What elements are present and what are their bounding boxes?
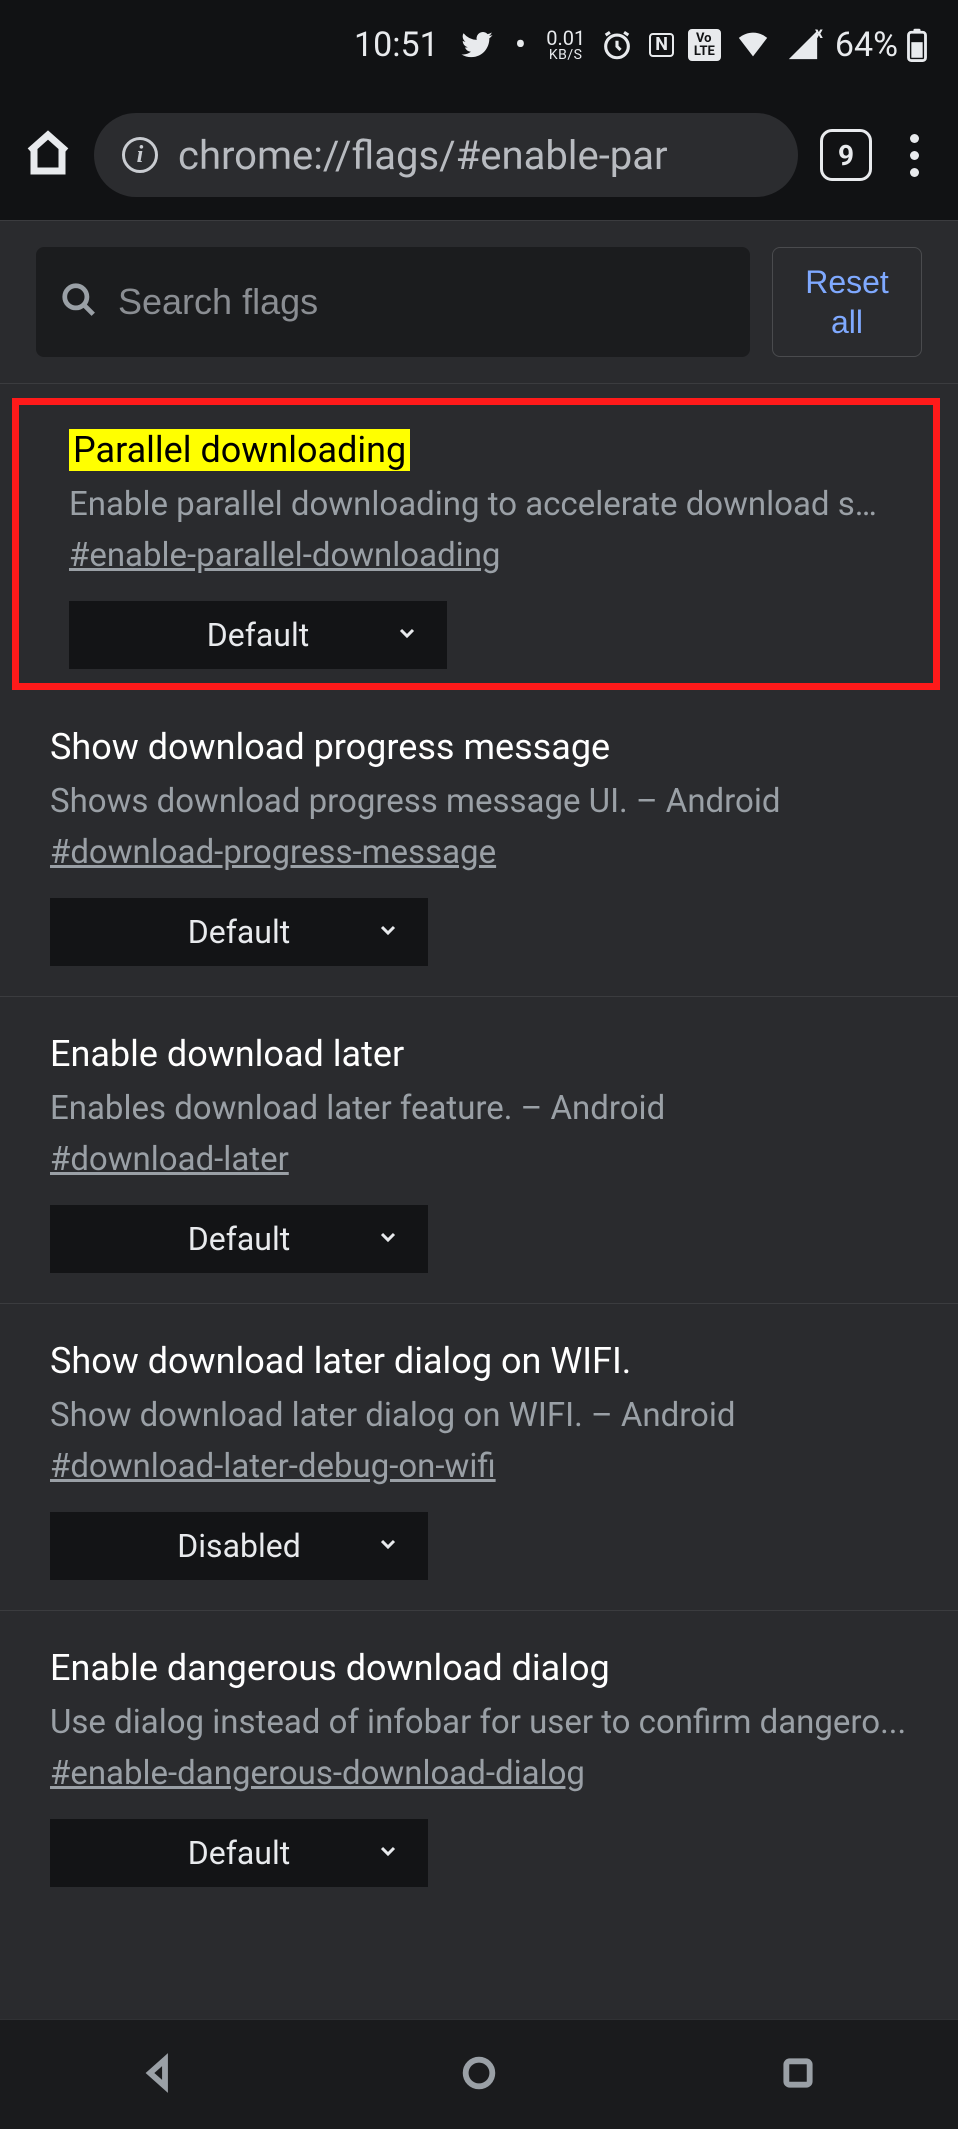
nfc-icon: N: [649, 33, 674, 57]
flag-hash-link[interactable]: #download-progress-message: [50, 833, 496, 872]
flag-title: Show download later dialog on WIFI.: [50, 1340, 631, 1382]
chevron-down-icon: [376, 1225, 400, 1253]
flag-hash-link[interactable]: #download-later: [50, 1140, 289, 1179]
flag-title: Parallel downloading: [69, 429, 410, 471]
flag-description: Show download later dialog on WIFI. – An…: [50, 1396, 908, 1435]
flag-select[interactable]: Disabled: [50, 1512, 428, 1580]
flag-title: Enable download later: [50, 1033, 404, 1075]
flag-select[interactable]: Default: [50, 1205, 428, 1273]
wifi-icon: [735, 27, 771, 63]
search-icon: [60, 281, 98, 323]
volte-icon: Vo LTE: [688, 29, 721, 61]
annotation-highlight-box: Parallel downloading Enable parallel dow…: [12, 398, 940, 690]
flag-hash-link[interactable]: #enable-parallel-downloading: [69, 536, 500, 575]
flag-select-value: Disabled: [177, 1527, 300, 1565]
tab-count: 9: [838, 139, 854, 172]
overflow-menu-button[interactable]: [894, 134, 934, 177]
flag-hash-link[interactable]: #download-later-debug-on-wifi: [50, 1447, 496, 1486]
search-box[interactable]: [36, 247, 750, 357]
flag-item: Show download progress message Shows dow…: [0, 690, 958, 997]
cellular-signal-icon: x: [785, 27, 821, 63]
back-button[interactable]: [140, 2053, 180, 2097]
flag-item: Parallel downloading Enable parallel dow…: [19, 405, 933, 669]
address-bar[interactable]: chrome://flags/#enable-par: [94, 113, 798, 197]
flag-hash-link[interactable]: #enable-dangerous-download-dialog: [50, 1754, 585, 1793]
search-input[interactable]: [118, 281, 726, 323]
flag-select[interactable]: Default: [50, 898, 428, 966]
flag-item: Show download later dialog on WIFI. Show…: [0, 1304, 958, 1611]
flag-item: Enable dangerous download dialog Use dia…: [0, 1611, 958, 1917]
page-content: Reset all Parallel downloading Enable pa…: [0, 220, 958, 2019]
flag-description: Shows download progress message UI. – An…: [50, 782, 908, 821]
alarm-icon: [599, 27, 635, 63]
flag-description: Enables download later feature. – Androi…: [50, 1089, 908, 1128]
system-navigation-bar: [0, 2019, 958, 2129]
flag-select-value: Default: [188, 913, 290, 951]
flag-select-value: Default: [207, 616, 309, 654]
url-text: chrome://flags/#enable-par: [178, 132, 668, 179]
flag-description: Enable parallel downloading to accelerat…: [69, 485, 883, 524]
flag-select-value: Default: [188, 1220, 290, 1258]
flags-list: Parallel downloading Enable parallel dow…: [0, 384, 958, 1917]
status-time: 10:51: [354, 25, 439, 65]
flag-item: Enable download later Enables download l…: [0, 997, 958, 1304]
home-button[interactable]: [24, 129, 72, 181]
flag-select[interactable]: Default: [69, 601, 447, 669]
search-row: Reset all: [0, 221, 958, 384]
chevron-down-icon: [395, 621, 419, 649]
recents-button[interactable]: [778, 2053, 818, 2097]
chevron-down-icon: [376, 918, 400, 946]
flag-select-value: Default: [188, 1834, 290, 1872]
site-info-icon[interactable]: [122, 137, 158, 173]
flag-description: Use dialog instead of infobar for user t…: [50, 1703, 908, 1742]
flag-title: Enable dangerous download dialog: [50, 1647, 610, 1689]
flag-select[interactable]: Default: [50, 1819, 428, 1887]
reset-all-button[interactable]: Reset all: [772, 247, 922, 357]
flag-title: Show download progress message: [50, 726, 610, 768]
chevron-down-icon: [376, 1839, 400, 1867]
battery-indicator: 64%: [835, 25, 928, 65]
network-speed: 0.01 KB/S: [546, 28, 585, 62]
browser-toolbar: chrome://flags/#enable-par 9: [0, 90, 958, 220]
chevron-down-icon: [376, 1532, 400, 1560]
twitter-icon: [459, 27, 495, 63]
home-nav-button[interactable]: [459, 2053, 499, 2097]
notification-dot-icon: •: [515, 28, 526, 62]
status-bar: 10:51 • 0.01 KB/S N Vo LTE x 64%: [0, 0, 958, 90]
tab-switcher-button[interactable]: 9: [820, 129, 872, 181]
